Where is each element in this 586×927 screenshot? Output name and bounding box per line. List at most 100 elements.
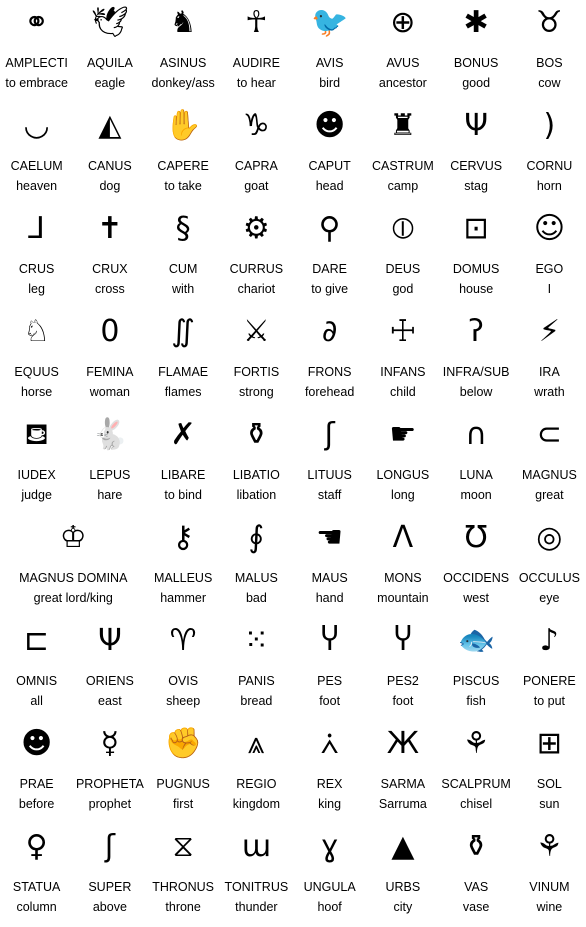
english-meaning: foot xyxy=(319,694,341,708)
english-meaning: column xyxy=(16,900,57,914)
latin-name: CASTRUM xyxy=(371,159,434,173)
english-meaning: bird xyxy=(319,76,341,90)
donkey-head-icon: ♞ xyxy=(169,5,197,40)
latin-name: PUGNUS xyxy=(156,777,210,791)
glyph-entry: ʃ SUPER above xyxy=(73,824,146,927)
east-sign-icon: Ψ xyxy=(98,623,122,658)
glyph-entry: 🐇 LEPUS hare xyxy=(73,412,146,515)
glyph-entry: ⚡ IRA wrath xyxy=(513,309,586,412)
latin-name: VINUM xyxy=(529,880,570,894)
english-meaning: prophet xyxy=(88,797,132,811)
glyph-entry: ☺ EGO I xyxy=(513,206,586,309)
woman-oval-icon: 0 xyxy=(100,314,120,349)
king-icon: ⩑ xyxy=(320,726,339,761)
glyph-entry: ⚘ VINUM wine xyxy=(513,824,586,927)
eye-icon: ◎ xyxy=(536,520,563,555)
english-meaning: to take xyxy=(164,179,202,193)
glyph-entry: ☻ CAPUT head xyxy=(293,103,366,206)
english-meaning: god xyxy=(392,282,414,296)
glyph-entry: 🐟 PISCUS fish xyxy=(440,618,513,721)
latin-name: BONUS xyxy=(453,56,499,70)
all-sign-icon: ⊏ xyxy=(24,623,50,658)
latin-name: MONS xyxy=(384,571,422,585)
latin-name: LONGUS xyxy=(376,468,430,482)
latin-name: LUNA xyxy=(459,468,493,482)
english-meaning: throne xyxy=(165,900,201,914)
latin-name: CAPUT xyxy=(308,159,351,173)
latin-name: MAUS xyxy=(311,571,348,585)
glyph-entry: ✊ PUGNUS first xyxy=(147,721,220,824)
glyph-entry: 🐦 AVIS bird xyxy=(293,0,366,103)
english-meaning: flames xyxy=(164,385,202,399)
latin-name: REX xyxy=(316,777,343,791)
glyph-row: ♘ EQUUS horse 0 FEMINA woman ∬ FLAMAE flames ⚔ FOR… xyxy=(0,309,586,412)
glyph-entry: ♑ CAPRA goat xyxy=(220,103,293,206)
glyph-entry: 🕊 AQUILA eagle xyxy=(73,0,146,103)
latin-name: EQUUS xyxy=(14,365,59,379)
english-meaning: to put xyxy=(533,694,566,708)
glyph-entry: ⊞ SOL sun xyxy=(513,721,586,824)
great-lord-icon: ♔ xyxy=(59,520,87,555)
glyph-entry: ∬ FLAMAE flames xyxy=(147,309,220,412)
child-icon: ☩ xyxy=(389,314,417,349)
latin-name: AVUS xyxy=(386,56,420,70)
glyph-entry: ♈ OVIS sheep xyxy=(147,618,220,721)
english-meaning: east xyxy=(98,694,122,708)
english-meaning: judge xyxy=(21,488,52,502)
latin-name: SCALPRUM xyxy=(441,777,511,791)
english-meaning: chisel xyxy=(460,797,493,811)
putting-hand-icon: ♪ xyxy=(539,623,559,658)
latin-name: LIBATIO xyxy=(232,468,280,482)
ancestor-icon: ⊕ xyxy=(390,5,416,40)
camp-icon: ♜ xyxy=(389,108,417,143)
latin-name: ORIENS xyxy=(85,674,134,688)
hoof-icon: ɣ xyxy=(320,829,339,864)
glyph-entry: ◭ CANUS dog xyxy=(73,103,146,206)
latin-name: LITUUS xyxy=(307,468,352,482)
latin-name: AMPLECTI xyxy=(5,56,68,70)
english-meaning: fish xyxy=(466,694,486,708)
strong-arm-icon: ⚔ xyxy=(242,314,270,349)
dog-head-icon: ◭ xyxy=(98,108,122,143)
glyph-row: ⅃ CRUS leg ✝ CRUX cross § CUM with ⚙ CURRUS chariot… xyxy=(0,206,586,309)
kingdom-icon: ⩓ xyxy=(247,726,265,761)
english-meaning: head xyxy=(315,179,344,193)
english-meaning: thunder xyxy=(235,900,278,914)
english-meaning: kingdom xyxy=(232,797,280,811)
english-meaning: king xyxy=(318,797,342,811)
english-meaning: before xyxy=(18,797,55,811)
latin-name: SARMA xyxy=(380,777,426,791)
fish-icon: 🐟 xyxy=(457,623,495,658)
glyph-entry: ⚔ FORTIS strong xyxy=(220,309,293,412)
english-meaning: goat xyxy=(244,179,269,193)
glyph-entry: ⚭ AMPLECTI to embrace xyxy=(0,0,73,103)
glyph-entry: ♉ BOS cow xyxy=(513,0,586,103)
latin-name: EGO xyxy=(535,262,564,276)
english-meaning: bad xyxy=(245,591,267,605)
english-meaning: all xyxy=(30,694,43,708)
listening-figure-icon: ☥ xyxy=(245,5,268,40)
english-meaning: forehead xyxy=(304,385,355,399)
glyph-entry: ♀ STATUA column xyxy=(0,824,73,927)
english-meaning: dog xyxy=(99,179,121,193)
latin-name: CAPRA xyxy=(234,159,278,173)
glyph-entry: ✋ CAPERE to take xyxy=(147,103,220,206)
english-meaning: I xyxy=(547,282,552,296)
latin-name: PRAE xyxy=(19,777,54,791)
english-meaning: city xyxy=(393,900,413,914)
english-meaning: west xyxy=(463,591,489,605)
cross-icon: ✝ xyxy=(97,211,123,246)
english-meaning: stag xyxy=(464,179,488,193)
glyph-entry: ◎ OCCULUS eye xyxy=(513,515,586,618)
horn-icon: ) xyxy=(543,108,556,143)
english-meaning: hare xyxy=(97,488,123,502)
glyph-entry: ⚙ CURRUS chariot xyxy=(220,206,293,309)
glyph-entry: Λ MONS mountain xyxy=(366,515,439,618)
english-meaning: long xyxy=(391,488,415,502)
long-hand-icon: ☛ xyxy=(389,417,417,452)
english-meaning: wine xyxy=(536,900,563,914)
english-meaning: to bind xyxy=(164,488,202,502)
latin-name: CRUS xyxy=(18,262,55,276)
god-icon: ⦶ xyxy=(391,211,414,246)
judge-icon: ⛾ xyxy=(24,417,49,452)
